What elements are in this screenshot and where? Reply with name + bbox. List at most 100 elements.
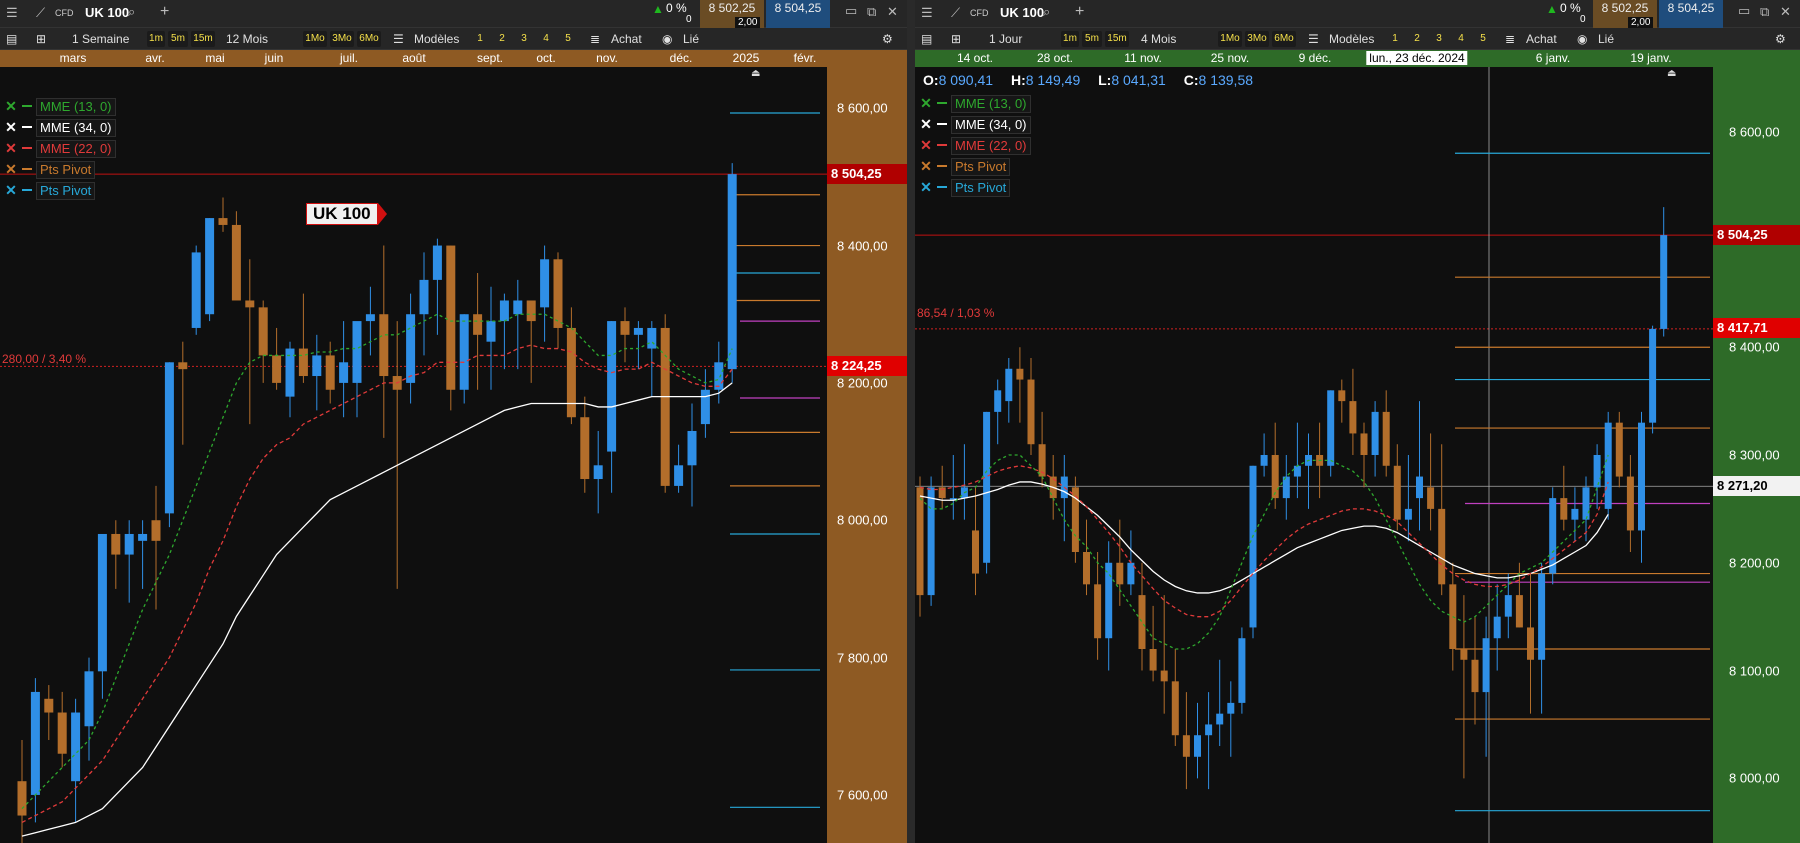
timeframe-15m[interactable]: 15m <box>1105 31 1129 47</box>
add-tab-icon[interactable]: + <box>160 3 169 21</box>
linked-button[interactable]: Lié <box>1598 28 1614 50</box>
timeframe-1m[interactable]: 1m <box>1061 31 1079 47</box>
menu-icon[interactable]: ☰ <box>6 5 18 21</box>
eye-icon[interactable]: ◉ <box>662 28 672 50</box>
trade-icon[interactable]: ≣ <box>1505 28 1515 50</box>
templates-icon[interactable]: ☰ <box>393 28 404 50</box>
candle-body <box>1349 401 1357 434</box>
scroll-marker-icon[interactable]: ⏏ <box>751 68 760 79</box>
buy-price-box[interactable]: 8 504,25 <box>766 0 830 28</box>
instrument-name[interactable]: UK 100 <box>85 5 129 20</box>
legend-item[interactable]: ✕ MME (34, 0) <box>919 116 1031 134</box>
search-icon[interactable]: ⌕ <box>128 4 135 20</box>
preset-1[interactable]: 1 <box>471 31 489 47</box>
minimize-icon[interactable]: ▭ <box>1738 3 1750 19</box>
legend-label[interactable]: Pts Pivot <box>36 182 96 200</box>
legend-item[interactable]: ✕ Pts Pivot <box>4 161 96 179</box>
panel-menu-icon[interactable]: ▤ <box>921 28 932 50</box>
price-chart[interactable] <box>915 67 1713 843</box>
range-6mo[interactable]: 6Mo <box>357 31 381 47</box>
remove-indicator-icon[interactable]: ✕ <box>4 119 18 136</box>
legend-item[interactable]: ✕ MME (22, 0) <box>4 140 116 158</box>
price-chart[interactable] <box>0 67 827 843</box>
range-6mo[interactable]: 6Mo <box>1272 31 1296 47</box>
layout-icon[interactable]: ⊞ <box>951 28 961 50</box>
preset-1[interactable]: 1 <box>1386 31 1404 47</box>
remove-indicator-icon[interactable]: ✕ <box>919 116 933 133</box>
remove-indicator-icon[interactable]: ✕ <box>919 179 933 196</box>
preset-2[interactable]: 2 <box>493 31 511 47</box>
range-3mo[interactable]: 3Mo <box>1245 31 1269 47</box>
range-1mo[interactable]: 1Mo <box>1218 31 1242 47</box>
instrument-name[interactable]: UK 100 <box>1000 5 1044 20</box>
preset-5[interactable]: 5 <box>559 31 577 47</box>
search-icon[interactable]: ⌕ <box>1043 4 1050 20</box>
legend-label[interactable]: MME (34, 0) <box>36 119 116 137</box>
range-1mo[interactable]: 1Mo <box>303 31 327 47</box>
legend-label[interactable]: MME (34, 0) <box>951 116 1031 134</box>
legend-label[interactable]: Pts Pivot <box>36 161 96 179</box>
price-tick-label: 8 400,00 <box>837 238 888 254</box>
chart-type-icon[interactable]: ⟋ <box>951 5 960 21</box>
remove-indicator-icon[interactable]: ✕ <box>4 182 18 199</box>
range-select[interactable]: 4 Mois <box>1141 28 1176 50</box>
menu-icon[interactable]: ☰ <box>921 5 933 21</box>
legend-label[interactable]: Pts Pivot <box>951 158 1011 176</box>
panel-menu-icon[interactable]: ▤ <box>6 28 17 50</box>
remove-indicator-icon[interactable]: ✕ <box>919 95 933 112</box>
legend-item[interactable]: ✕ MME (13, 0) <box>919 95 1031 113</box>
scroll-marker-icon[interactable]: ⏏ <box>1667 68 1676 79</box>
templates-button[interactable]: Modèles <box>1329 28 1374 50</box>
preset-5[interactable]: 5 <box>1474 31 1492 47</box>
legend-item[interactable]: ✕ Pts Pivot <box>919 158 1011 176</box>
panel-divider[interactable] <box>907 0 915 843</box>
interval-select[interactable]: 1 Jour <box>989 28 1022 50</box>
legend-item[interactable]: ✕ Pts Pivot <box>919 179 1011 197</box>
close-icon[interactable]: ✕ <box>1780 4 1791 20</box>
layout-icon[interactable]: ⊞ <box>36 28 46 50</box>
buy-button[interactable]: Achat <box>611 28 642 50</box>
buy-button[interactable]: Achat <box>1526 28 1557 50</box>
preset-3[interactable]: 3 <box>1430 31 1448 47</box>
timeframe-15m[interactable]: 15m <box>191 31 215 47</box>
popout-icon[interactable]: ⧉ <box>1760 4 1769 20</box>
remove-indicator-icon[interactable]: ✕ <box>919 158 933 175</box>
preset-3[interactable]: 3 <box>515 31 533 47</box>
legend-label[interactable]: MME (13, 0) <box>36 98 116 116</box>
timeframe-1m[interactable]: 1m <box>147 31 165 47</box>
legend-item[interactable]: ✕ Pts Pivot <box>4 182 96 200</box>
preset-2[interactable]: 2 <box>1408 31 1426 47</box>
close-icon[interactable]: ✕ <box>887 4 898 20</box>
legend-label[interactable]: MME (22, 0) <box>951 137 1031 155</box>
preset-4[interactable]: 4 <box>1452 31 1470 47</box>
legend-label[interactable]: MME (22, 0) <box>36 140 116 158</box>
linked-button[interactable]: Lié <box>683 28 699 50</box>
legend-item[interactable]: ✕ MME (22, 0) <box>919 137 1031 155</box>
legend-label[interactable]: Pts Pivot <box>951 179 1011 197</box>
settings-gear-icon[interactable]: ⚙ <box>882 28 893 50</box>
price-axis[interactable]: 8 600,00 8 400,00 8 300,00 8 200,00 8 100,00… <box>1713 67 1800 843</box>
remove-indicator-icon[interactable]: ✕ <box>4 140 18 157</box>
chart-type-icon[interactable]: ⟋ <box>36 5 45 21</box>
range-3mo[interactable]: 3Mo <box>330 31 354 47</box>
legend-item[interactable]: ✕ MME (13, 0) <box>4 98 116 116</box>
eye-icon[interactable]: ◉ <box>1577 28 1587 50</box>
remove-indicator-icon[interactable]: ✕ <box>4 98 18 115</box>
timeframe-5m[interactable]: 5m <box>168 31 188 47</box>
popout-icon[interactable]: ⧉ <box>867 4 876 20</box>
settings-gear-icon[interactable]: ⚙ <box>1775 28 1786 50</box>
remove-indicator-icon[interactable]: ✕ <box>919 137 933 154</box>
timeframe-5m[interactable]: 5m <box>1082 31 1102 47</box>
interval-select[interactable]: 1 Semaine <box>72 28 129 50</box>
preset-4[interactable]: 4 <box>537 31 555 47</box>
legend-label[interactable]: MME (13, 0) <box>951 95 1031 113</box>
range-select[interactable]: 12 Mois <box>226 28 268 50</box>
templates-button[interactable]: Modèles <box>414 28 459 50</box>
add-tab-icon[interactable]: + <box>1075 3 1084 21</box>
remove-indicator-icon[interactable]: ✕ <box>4 161 18 178</box>
trade-icon[interactable]: ≣ <box>590 28 600 50</box>
minimize-icon[interactable]: ▭ <box>845 3 857 19</box>
buy-price-box[interactable]: 8 504,25 <box>1659 0 1723 28</box>
legend-item[interactable]: ✕ MME (34, 0) <box>4 119 116 137</box>
templates-icon[interactable]: ☰ <box>1308 28 1319 50</box>
